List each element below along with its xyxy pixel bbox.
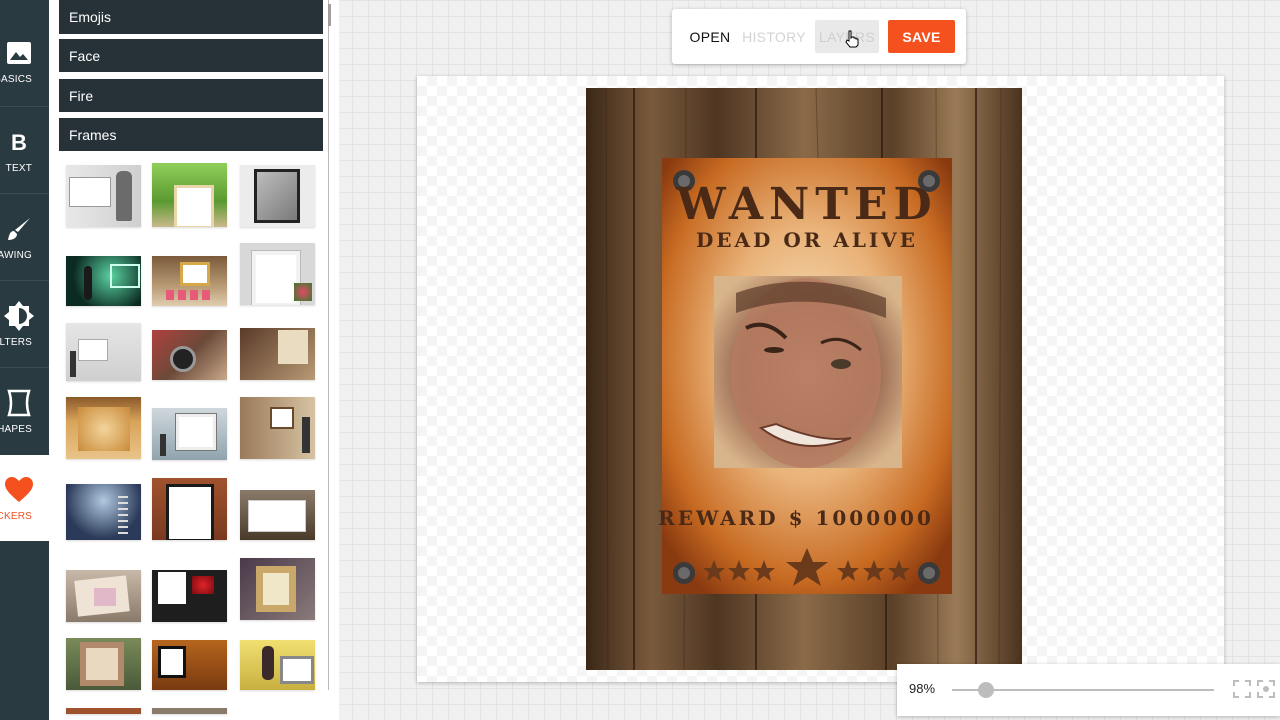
rail-item-text[interactable]: B TEXT — [0, 107, 49, 193]
category-label: Frames — [69, 126, 117, 143]
frame-thumbnail[interactable] — [152, 478, 227, 540]
wanted-poster-image[interactable]: WANTED DEAD OR ALIVE REWARD $ 1000000 — [586, 88, 1022, 670]
frame-thumbnail[interactable] — [66, 397, 141, 459]
frame-thumbnail[interactable] — [240, 243, 315, 305]
save-button[interactable]: SAVE — [888, 20, 955, 53]
category-emojis[interactable]: Emojis — [59, 0, 323, 34]
zoom-level: 98% — [909, 681, 936, 696]
rail-label-basics: BASICS — [0, 73, 32, 85]
open-button[interactable]: OPEN — [682, 20, 738, 53]
image-icon — [6, 38, 31, 68]
frame-thumbnail[interactable] — [240, 558, 315, 620]
zoom-bar: 98% — [897, 664, 1280, 716]
fit-screen-icon[interactable] — [1233, 680, 1251, 703]
brightness-icon — [3, 300, 34, 331]
hand-cursor-icon — [845, 30, 859, 53]
rail-item-drawing[interactable]: DRAWING — [0, 194, 49, 280]
frame-thumbnail[interactable] — [240, 640, 315, 690]
frame-thumbnail[interactable] — [66, 708, 141, 714]
frame-thumbnail[interactable] — [66, 484, 141, 540]
rail-item-shapes[interactable]: SHAPES — [0, 368, 49, 454]
shape-icon — [6, 388, 31, 418]
frame-thumbnail[interactable] — [66, 323, 141, 381]
rail-item-stickers[interactable]: STICKERS — [0, 455, 49, 541]
poster-reward: REWARD $ 1000000 — [658, 506, 934, 530]
history-button[interactable]: HISTORY — [742, 20, 806, 53]
sticker-panel: Emojis Face Fire Frames — [49, 0, 339, 720]
panel-scrollbar[interactable] — [328, 0, 333, 690]
panel-scrollbar-thumb[interactable] — [328, 4, 331, 26]
category-face[interactable]: Face — [59, 39, 323, 72]
category-frames[interactable]: Frames — [59, 118, 323, 151]
frame-thumbnail[interactable] — [66, 165, 141, 227]
frame-thumbnail[interactable] — [240, 397, 315, 459]
svg-text:B: B — [11, 131, 27, 153]
frame-thumbnail[interactable] — [152, 256, 227, 306]
frame-thumbnail[interactable] — [66, 638, 141, 690]
poster-title: WANTED — [675, 179, 937, 230]
frame-thumbnail[interactable] — [240, 328, 315, 380]
category-label: Fire — [69, 87, 94, 104]
tool-rail: BASICS B TEXT DRAWING FILTERS SHAPES STI… — [0, 0, 49, 720]
category-fire[interactable]: Fire — [59, 79, 323, 112]
focus-icon[interactable] — [1257, 680, 1275, 703]
frame-thumbnail[interactable] — [240, 165, 315, 227]
frame-thumbnail[interactable] — [152, 708, 227, 714]
frame-thumbnail[interactable] — [152, 570, 227, 622]
rail-label-stickers: STICKERS — [0, 510, 32, 522]
rail-label-drawing: DRAWING — [0, 249, 32, 261]
frame-thumbnail[interactable] — [240, 490, 315, 540]
rail-label-filters: FILTERS — [0, 336, 32, 348]
top-toolbar: OPEN HISTORY LAYERS SAVE — [672, 9, 966, 64]
frame-thumbnail[interactable] — [66, 256, 141, 306]
frame-thumbnail[interactable] — [152, 330, 227, 380]
frame-thumbnail[interactable] — [152, 408, 227, 460]
brush-icon — [6, 214, 32, 244]
frame-thumbnail[interactable] — [152, 640, 227, 690]
frame-thumbnail[interactable] — [66, 570, 141, 622]
category-label: Face — [69, 47, 101, 64]
rail-label-shapes: SHAPES — [0, 423, 32, 435]
heart-icon — [4, 475, 33, 505]
poster-subtitle: DEAD OR ALIVE — [696, 228, 918, 252]
rail-item-basics[interactable]: BASICS — [0, 18, 49, 104]
rail-item-filters[interactable]: FILTERS — [0, 281, 49, 367]
zoom-slider-handle[interactable] — [978, 682, 995, 698]
frame-thumbnail[interactable] — [152, 163, 227, 227]
category-label: Emojis — [69, 9, 112, 25]
bold-b-icon: B — [10, 127, 28, 157]
rail-label-text: TEXT — [5, 162, 32, 174]
